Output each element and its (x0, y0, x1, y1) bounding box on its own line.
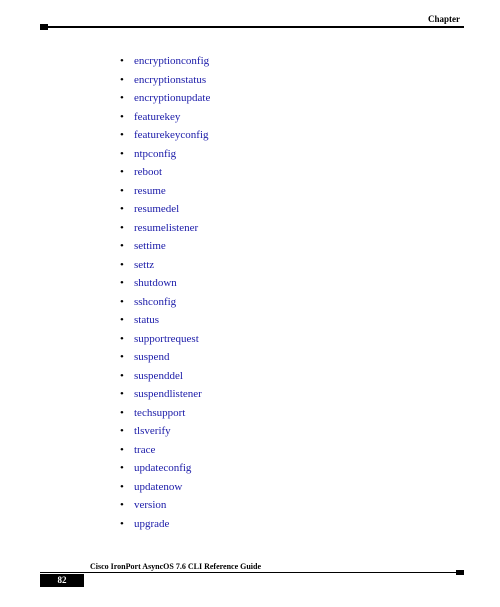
chapter-label: Chapter (428, 14, 460, 24)
list-item[interactable]: suspendlistener (120, 385, 440, 404)
list-item[interactable]: suspenddel (120, 367, 440, 386)
list-item[interactable]: shutdown (120, 274, 440, 293)
header-rule (40, 26, 464, 28)
list-item[interactable]: updatenow (120, 478, 440, 497)
list-item[interactable]: status (120, 311, 440, 330)
list-item[interactable]: featurekeyconfig (120, 126, 440, 145)
list-item[interactable]: upgrade (120, 515, 440, 534)
list-item[interactable]: version (120, 496, 440, 515)
content-area: encryptionconfig encryptionstatus encryp… (120, 52, 440, 533)
footer-rule (40, 572, 464, 573)
list-item[interactable]: tlsverify (120, 422, 440, 441)
list-item[interactable]: settz (120, 256, 440, 275)
footer-doc-title: Cisco IronPort AsyncOS 7.6 CLI Reference… (90, 562, 261, 571)
list-item[interactable]: encryptionconfig (120, 52, 440, 71)
list-item[interactable]: featurekey (120, 108, 440, 127)
list-item[interactable]: supportrequest (120, 330, 440, 349)
page-number-tab: 82 (40, 574, 84, 587)
list-item[interactable]: updateconfig (120, 459, 440, 478)
list-item[interactable]: suspend (120, 348, 440, 367)
list-item[interactable]: encryptionupdate (120, 89, 440, 108)
document-page: Chapter encryptionconfig encryptionstatu… (0, 0, 500, 607)
list-item[interactable]: reboot (120, 163, 440, 182)
command-list: encryptionconfig encryptionstatus encryp… (120, 52, 440, 533)
list-item[interactable]: trace (120, 441, 440, 460)
list-item[interactable]: techsupport (120, 404, 440, 423)
list-item[interactable]: ntpconfig (120, 145, 440, 164)
list-item[interactable]: sshconfig (120, 293, 440, 312)
list-item[interactable]: encryptionstatus (120, 71, 440, 90)
list-item[interactable]: resumedel (120, 200, 440, 219)
list-item[interactable]: resumelistener (120, 219, 440, 238)
list-item[interactable]: settime (120, 237, 440, 256)
list-item[interactable]: resume (120, 182, 440, 201)
